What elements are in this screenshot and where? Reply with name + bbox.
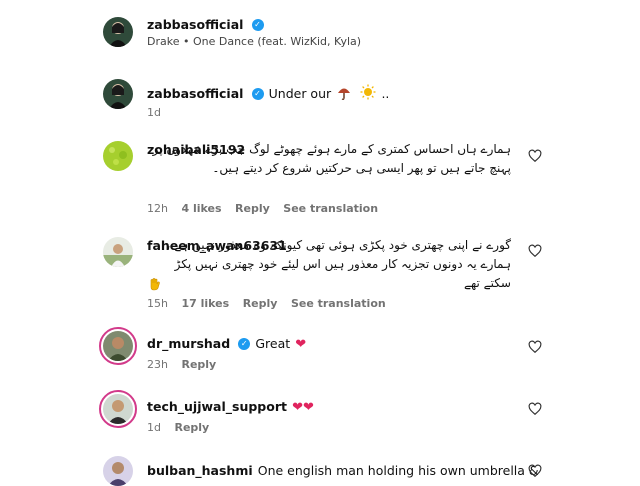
comment-username[interactable]: bulban_hashmi — [147, 463, 253, 478]
heart-outline-icon[interactable] — [528, 464, 542, 478]
avatar-image — [103, 394, 133, 424]
avatar-image — [103, 79, 133, 109]
comment-line: bulban_hashmi One english man holding hi… — [147, 460, 539, 479]
red-heart-icon: ❤ — [292, 400, 303, 415]
sun-icon — [360, 84, 376, 104]
reply-button[interactable]: Reply — [243, 297, 278, 310]
comment-text: Great — [255, 336, 291, 351]
comment-avatar[interactable] — [99, 327, 137, 365]
heart-outline-icon[interactable] — [528, 149, 542, 163]
reply-button[interactable]: Reply — [181, 358, 216, 371]
comment-avatar[interactable] — [99, 390, 137, 428]
comment-likes[interactable]: 4 likes — [181, 202, 221, 215]
verified-icon: ✓ — [251, 87, 264, 100]
comment-meta: 12h 4 likes Reply See translation — [147, 202, 388, 215]
comment-meta: 23h Reply — [147, 358, 226, 371]
avatar-image — [103, 237, 133, 267]
red-heart-icon: ❤ — [295, 337, 307, 352]
comment-text: One english man holding his own umbrella… — [257, 463, 539, 478]
post-music[interactable]: Drake • One Dance (feat. WizKid, Kyla) — [147, 35, 361, 48]
post-avatar[interactable] — [103, 17, 133, 47]
comment-time: 15h — [147, 297, 168, 310]
comment-line: tech_ujjwal_support ❤❤ — [147, 396, 314, 415]
comment-time: 1d — [147, 421, 161, 434]
verified-icon: ✓ — [238, 337, 251, 350]
avatar-image — [103, 141, 133, 171]
avatar-image — [103, 17, 133, 47]
caption-username[interactable]: zabbasofficial — [147, 86, 243, 101]
comment-avatar[interactable] — [103, 141, 133, 171]
heart-outline-icon[interactable] — [528, 340, 542, 354]
caption-text: Under our — [268, 86, 332, 101]
red-heart-icon: ❤ — [302, 400, 314, 415]
comment-avatar[interactable] — [103, 237, 133, 267]
see-translation-button[interactable]: See translation — [283, 202, 378, 215]
heart-outline-icon[interactable] — [528, 244, 542, 258]
avatar-image — [103, 456, 133, 486]
comment-likes[interactable]: 17 likes — [181, 297, 229, 310]
comment-text: ہمارے ہاں احساس کمتری کے مارے ہوئے چھوٹے… — [152, 142, 511, 175]
comment-username[interactable]: dr_murshad — [147, 336, 230, 351]
post-username[interactable]: zabbasofficial — [147, 17, 243, 32]
avatar-image — [103, 331, 133, 361]
comment-time: 12h — [147, 202, 168, 215]
caption-line: zabbasofficial ✓ Under our .. — [147, 83, 389, 104]
comment-line: dr_murshad ✓ Great ❤ — [147, 333, 306, 352]
caption-avatar[interactable] — [103, 79, 133, 109]
post-header: zabbasofficial ✓ — [147, 14, 264, 33]
heart-outline-icon[interactable] — [528, 402, 542, 416]
reply-button[interactable]: Reply — [235, 202, 270, 215]
comment-time: 23h — [147, 358, 168, 371]
comment-username[interactable]: tech_ujjwal_support — [147, 399, 287, 414]
comment-meta: 15h 17 likes Reply See translation — [147, 297, 396, 310]
caption-suffix: .. — [381, 86, 390, 101]
reply-button[interactable]: Reply — [174, 421, 209, 434]
waving-hand-icon — [148, 276, 162, 295]
umbrella-icon — [336, 84, 352, 104]
comment-text: گورے نے اپنی چھتری خود پکڑی ہوئی تھی کیو… — [166, 238, 512, 290]
comment-avatar[interactable] — [103, 456, 133, 486]
see-translation-button[interactable]: See translation — [291, 297, 386, 310]
comment-meta: 1d Reply — [147, 421, 219, 434]
verified-icon: ✓ — [251, 18, 264, 31]
caption-time: 1d — [147, 106, 161, 119]
